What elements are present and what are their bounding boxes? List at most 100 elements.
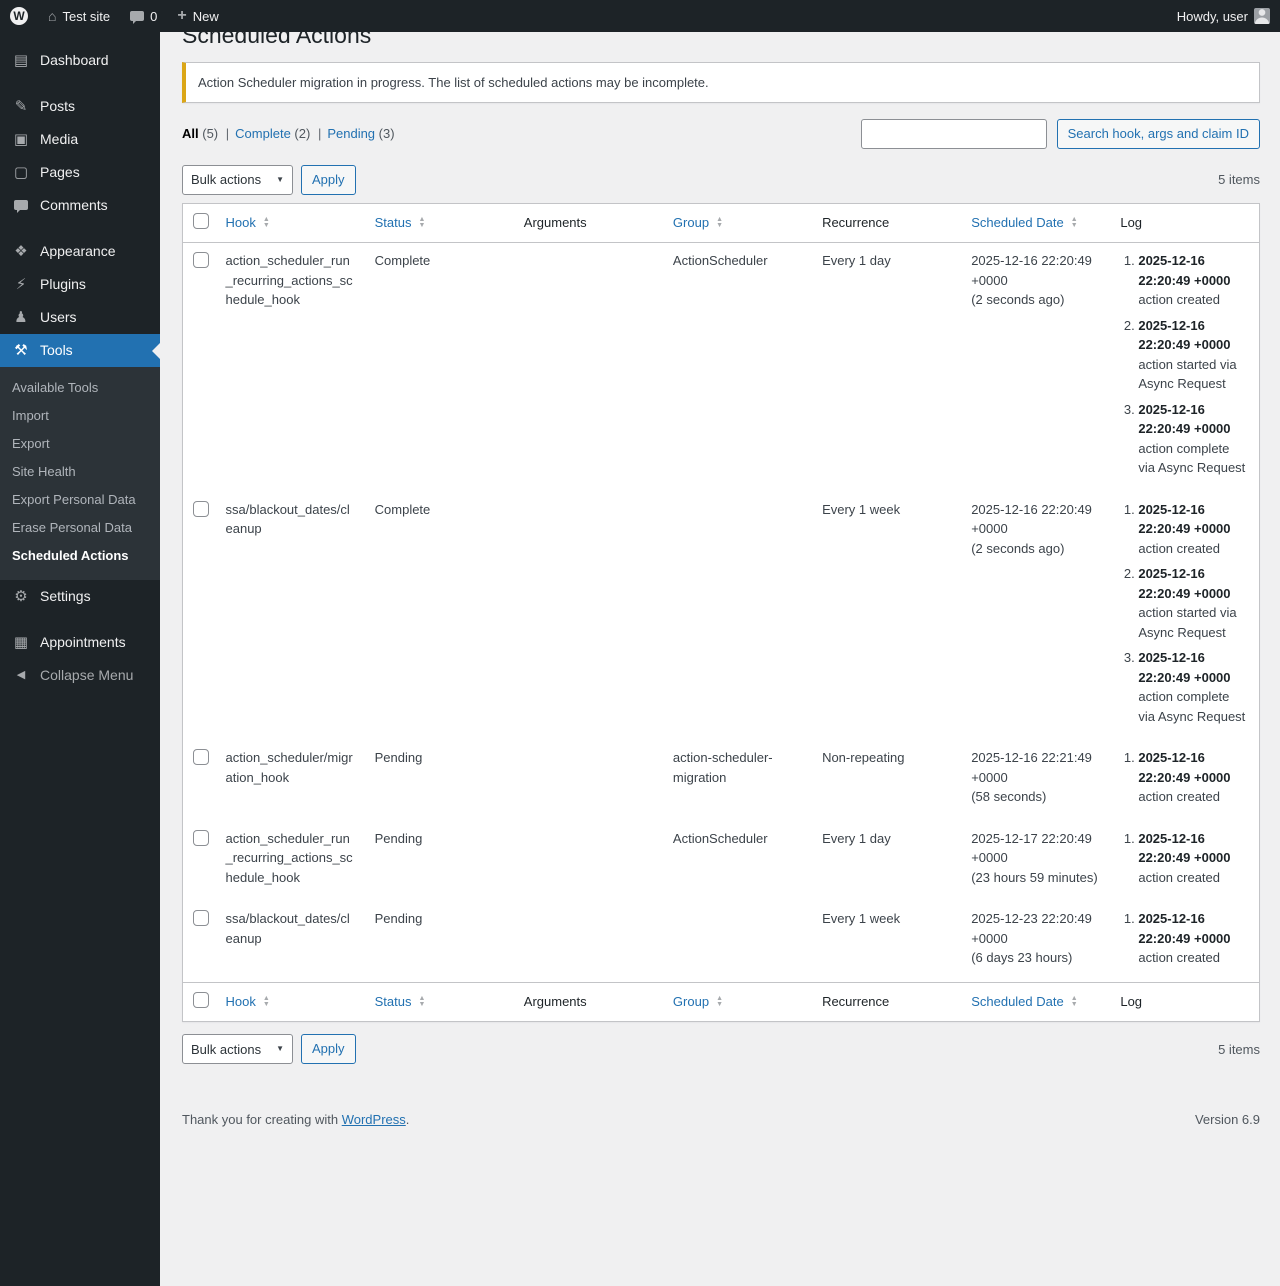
sidebar-item-label: Plugins	[40, 276, 86, 293]
sidebar-item-plugins[interactable]: ⚡ Plugins	[0, 268, 160, 301]
status-cell: Complete	[365, 492, 514, 741]
submenu-item-scheduled-actions[interactable]: Scheduled Actions	[0, 542, 160, 570]
apply-button[interactable]: Apply	[301, 165, 356, 195]
filter-label: All	[182, 126, 199, 141]
row-checkbox[interactable]	[193, 910, 209, 926]
status-filters: All (5) | Complete (2) | Pending (3)	[182, 126, 395, 141]
submenu-item-erase-personal-data[interactable]: Erase Personal Data	[0, 514, 160, 542]
recurrence-cell: Non-repeating	[812, 740, 961, 821]
sort-by-group-link[interactable]: Group▲▼	[673, 992, 723, 1012]
hook-cell: ssa/blackout_dates/cleanup	[216, 492, 365, 741]
sort-indicator-icon: ▲▼	[716, 996, 723, 1008]
bulk-actions: Bulk actions ▼ Apply	[182, 1034, 356, 1064]
sidebar-item-label: Pages	[40, 164, 80, 181]
sort-desc-icon: ▼	[263, 223, 270, 229]
status-cell: Complete	[365, 243, 514, 492]
comments-menu[interactable]: 0	[120, 0, 167, 32]
search-input[interactable]	[861, 119, 1047, 149]
filter-separator: |	[318, 126, 321, 141]
submenu-item-available-tools[interactable]: Available Tools	[0, 374, 160, 402]
sidebar-item-appointments[interactable]: ▦ Appointments	[0, 626, 160, 659]
tools-icon: ⚒	[12, 343, 30, 358]
search-submit-button[interactable]: Search hook, args and claim ID	[1057, 119, 1260, 149]
filter-separator: |	[226, 126, 229, 141]
media-icon: ▣	[12, 132, 30, 147]
group-cell: action-scheduler-migration	[663, 740, 812, 821]
sort-by-status-link[interactable]: Status▲▼	[375, 992, 426, 1012]
hook-cell: ssa/blackout_dates/cleanup	[216, 901, 365, 982]
sidebar-item-users[interactable]: ♟ Users	[0, 301, 160, 334]
sort-by-status-link[interactable]: Status▲▼	[375, 213, 426, 233]
filter-complete-link[interactable]: Complete (2)	[235, 126, 310, 141]
sidebar-item-posts[interactable]: ✎ Posts	[0, 90, 160, 123]
sort-by-scheduled-date-link[interactable]: Scheduled Date▲▼	[971, 213, 1077, 233]
my-account-menu[interactable]: Howdy, user	[1167, 0, 1280, 32]
sort-by-scheduled-date-link[interactable]: Scheduled Date▲▼	[971, 992, 1077, 1012]
wordpress-logo-icon: W	[10, 7, 28, 25]
scheduled-date-value: 2025-12-17 22:20:49 +0000	[971, 829, 1100, 868]
column-header-recurrence: Recurrence	[812, 203, 961, 243]
sort-by-hook-link[interactable]: Hook▲▼	[226, 992, 270, 1012]
row-checkbox[interactable]	[193, 749, 209, 765]
scheduled-date-relative: (2 seconds ago)	[971, 290, 1100, 310]
log-entry-time: 2025-12-16 22:20:49 +0000	[1138, 650, 1230, 685]
column-label: Log	[1120, 215, 1142, 230]
scheduled-date-cell: 2025-12-17 22:20:49 +0000(23 hours 59 mi…	[961, 821, 1110, 902]
sort-by-hook-link[interactable]: Hook▲▼	[226, 213, 270, 233]
select-all-checkbox[interactable]	[193, 992, 209, 1008]
sidebar-item-dashboard[interactable]: ▤ Dashboard	[0, 44, 160, 77]
scheduled-date-relative: (23 hours 59 minutes)	[971, 868, 1100, 888]
appearance-icon: ❖	[12, 244, 30, 259]
sidebar-item-appearance[interactable]: ❖ Appearance	[0, 235, 160, 268]
select-all-header	[183, 982, 216, 1022]
column-header-group: Group▲▼	[663, 982, 812, 1022]
table-footer: Hook▲▼ Status▲▼ Arguments Group▲▼ Recurr…	[183, 982, 1260, 1022]
wordpress-logo-menu[interactable]: W	[0, 0, 38, 32]
sort-by-group-link[interactable]: Group▲▼	[673, 213, 723, 233]
admin-menu: ▤ Dashboard ✎ Posts ▣ Media ▢ Pages Comm…	[0, 44, 160, 692]
sort-desc-icon: ▼	[1071, 1002, 1078, 1008]
arguments-cell	[514, 901, 663, 982]
log-cell: 2025-12-16 22:20:49 +0000 action created	[1110, 740, 1259, 821]
new-content-menu[interactable]: + New	[167, 0, 228, 32]
status-cell: Pending	[365, 740, 514, 821]
log-entry: 2025-12-16 22:20:49 +0000 action created	[1138, 909, 1249, 968]
collapse-menu-button[interactable]: ◀ Collapse Menu	[0, 659, 160, 692]
sidebar-item-tools[interactable]: ⚒ Tools	[0, 334, 160, 367]
row-checkbox[interactable]	[193, 501, 209, 517]
site-name-menu[interactable]: ⌂ Test site	[38, 0, 120, 32]
sidebar-item-settings[interactable]: ⚙ Settings	[0, 580, 160, 613]
bulk-actions-select[interactable]: Bulk actions	[182, 1034, 293, 1064]
log-list: 2025-12-16 22:20:49 +0000 action created…	[1120, 500, 1249, 727]
select-all-checkbox[interactable]	[193, 213, 209, 229]
log-entry: 2025-12-16 22:20:49 +0000 action created	[1138, 829, 1249, 888]
scheduled-date-cell: 2025-12-16 22:20:49 +0000(2 seconds ago)	[961, 243, 1110, 492]
howdy-text: Howdy, user	[1177, 9, 1248, 24]
wordpress-link[interactable]: WordPress	[342, 1112, 406, 1127]
apply-button[interactable]: Apply	[301, 1034, 356, 1064]
row-checkbox[interactable]	[193, 252, 209, 268]
row-checkbox[interactable]	[193, 830, 209, 846]
filter-all-link[interactable]: All (5)	[182, 126, 218, 141]
log-entry: 2025-12-16 22:20:49 +0000 action created	[1138, 500, 1249, 559]
table-row: action_scheduler_run_recurring_actions_s…	[183, 821, 1260, 902]
admin-bar: W ⌂ Test site 0 + New Howdy, user	[0, 0, 1280, 32]
column-label: Status	[375, 213, 412, 233]
column-header-arguments: Arguments	[514, 203, 663, 243]
filter-pending-link[interactable]: Pending (3)	[327, 126, 394, 141]
submenu-item-export-personal-data[interactable]: Export Personal Data	[0, 486, 160, 514]
submenu-item-import[interactable]: Import	[0, 402, 160, 430]
sort-indicator-icon: ▲▼	[716, 217, 723, 229]
sidebar-item-label: Appearance	[40, 243, 116, 260]
sidebar-item-media[interactable]: ▣ Media	[0, 123, 160, 156]
arguments-cell	[514, 492, 663, 741]
log-list: 2025-12-16 22:20:49 +0000 action created	[1120, 829, 1249, 888]
sidebar-item-pages[interactable]: ▢ Pages	[0, 156, 160, 189]
dashboard-icon: ▤	[12, 53, 30, 68]
select-all-header	[183, 203, 216, 243]
submenu-item-export[interactable]: Export	[0, 430, 160, 458]
sort-indicator-icon: ▲▼	[1071, 996, 1078, 1008]
submenu-item-site-health[interactable]: Site Health	[0, 458, 160, 486]
sidebar-item-comments[interactable]: Comments	[0, 189, 160, 222]
bulk-actions-select[interactable]: Bulk actions	[182, 165, 293, 195]
